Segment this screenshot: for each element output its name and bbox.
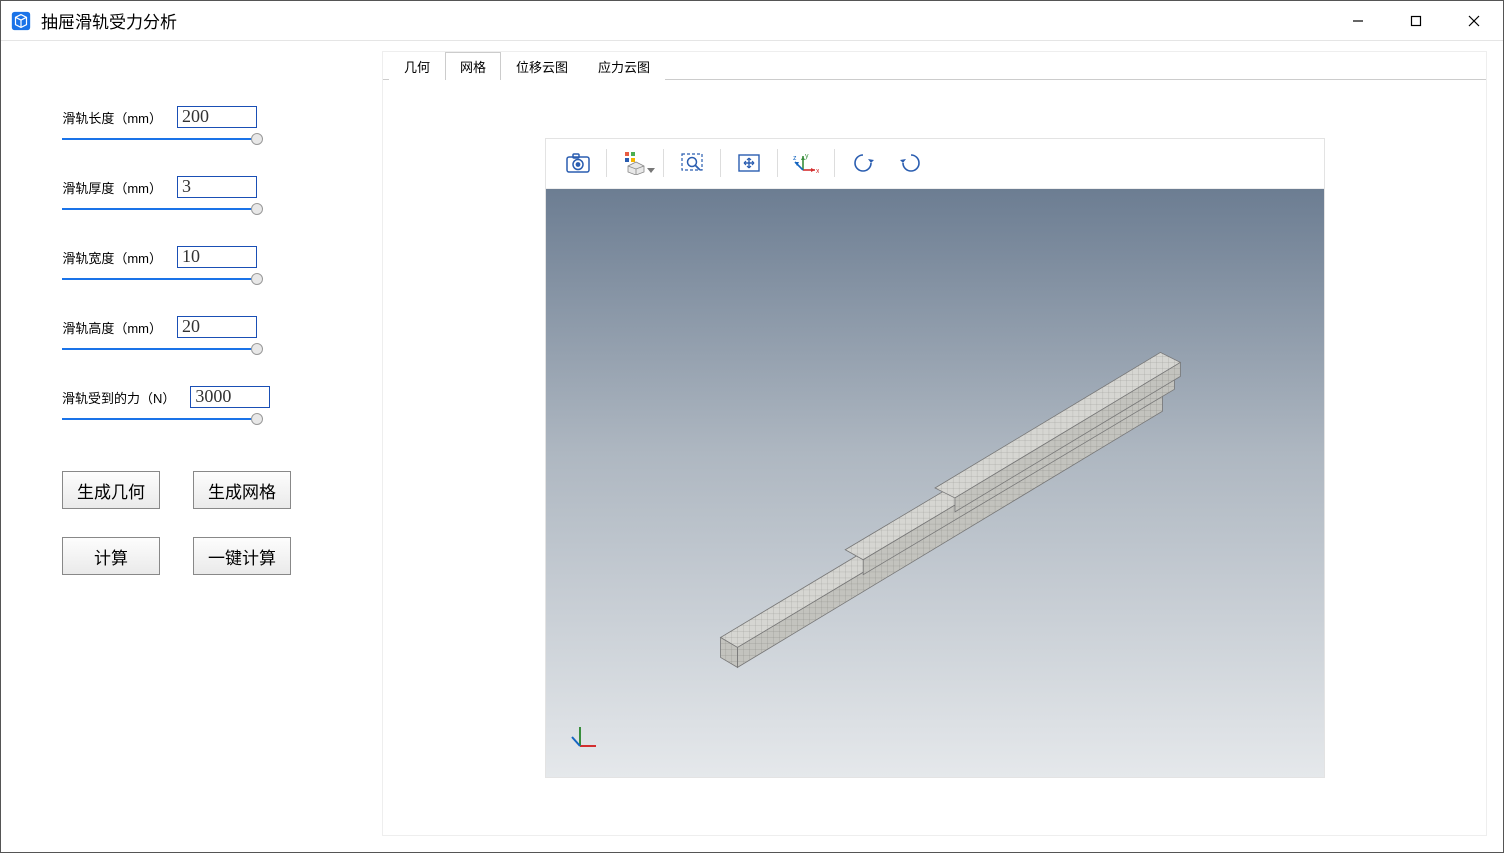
maximize-button[interactable] (1387, 1, 1445, 41)
param-force-label: 滑轨受到的力（N） (62, 388, 175, 407)
camera-icon[interactable] (554, 143, 602, 183)
tab-geometry[interactable]: 几何 (389, 52, 445, 80)
param-length-input[interactable]: 200 (177, 106, 257, 128)
param-height: 滑轨高度（mm） 20 (62, 316, 327, 356)
svg-text:x: x (816, 168, 819, 174)
param-thickness-slider[interactable] (62, 202, 257, 216)
param-width-label: 滑轨宽度（mm） (62, 248, 162, 267)
param-length: 滑轨长度（mm） 200 (62, 106, 327, 146)
axis-triad-icon[interactable]: x y z (782, 143, 830, 183)
titlebar: 抽屉滑轨受力分析 (1, 1, 1503, 41)
mesh-model (546, 189, 1324, 777)
param-height-slider[interactable] (62, 342, 257, 356)
param-force-slider[interactable] (62, 412, 257, 426)
compute-button[interactable]: 计算 (62, 537, 160, 575)
viewport-triad-icon (570, 721, 600, 751)
generate-geometry-button[interactable]: 生成几何 (62, 471, 160, 509)
zoom-region-icon[interactable] (668, 143, 716, 183)
param-width: 滑轨宽度（mm） 10 (62, 246, 327, 286)
tab-mesh[interactable]: 网格 (445, 52, 501, 80)
one-click-compute-button[interactable]: 一键计算 (193, 537, 291, 575)
svg-text:y: y (805, 153, 809, 160)
view-cube-icon[interactable] (611, 143, 659, 183)
fit-view-icon[interactable] (725, 143, 773, 183)
viewer: x y z (545, 138, 1325, 778)
app-title: 抽屉滑轨受力分析 (41, 8, 177, 33)
tab-content: x y z (383, 80, 1486, 835)
minimize-button[interactable] (1329, 1, 1387, 41)
svg-text:z: z (793, 155, 797, 162)
param-thickness: 滑轨厚度（mm） 3 (62, 176, 327, 216)
tab-stress[interactable]: 应力云图 (583, 52, 665, 80)
param-height-input[interactable]: 20 (177, 316, 257, 338)
app-window: 抽屉滑轨受力分析 滑轨长度（mm） 200 (0, 0, 1504, 853)
close-button[interactable] (1445, 1, 1503, 41)
param-width-input[interactable]: 10 (177, 246, 257, 268)
param-force-input[interactable]: 3000 (190, 386, 270, 408)
parameter-panel: 滑轨长度（mm） 200 滑轨厚度（mm） 3 滑轨宽度（mm） (17, 51, 382, 836)
rotate-ccw-icon[interactable] (839, 143, 887, 183)
param-width-slider[interactable] (62, 272, 257, 286)
param-force: 滑轨受到的力（N） 3000 (62, 386, 327, 426)
tab-displacement[interactable]: 位移云图 (501, 52, 583, 80)
param-height-label: 滑轨高度（mm） (62, 318, 162, 337)
content-area: 滑轨长度（mm） 200 滑轨厚度（mm） 3 滑轨宽度（mm） (1, 41, 1503, 852)
param-thickness-label: 滑轨厚度（mm） (62, 178, 162, 197)
param-thickness-input[interactable]: 3 (177, 176, 257, 198)
rotate-cw-icon[interactable] (887, 143, 935, 183)
param-length-label: 滑轨长度（mm） (62, 108, 162, 127)
generate-mesh-button[interactable]: 生成网格 (193, 471, 291, 509)
viewport-3d[interactable] (546, 189, 1324, 777)
app-icon (9, 9, 33, 33)
tabbar: 几何 网格 位移云图 应力云图 (383, 52, 1486, 80)
viewer-toolbar: x y z (546, 139, 1324, 189)
results-panel: 几何 网格 位移云图 应力云图 (382, 51, 1487, 836)
param-length-slider[interactable] (62, 132, 257, 146)
